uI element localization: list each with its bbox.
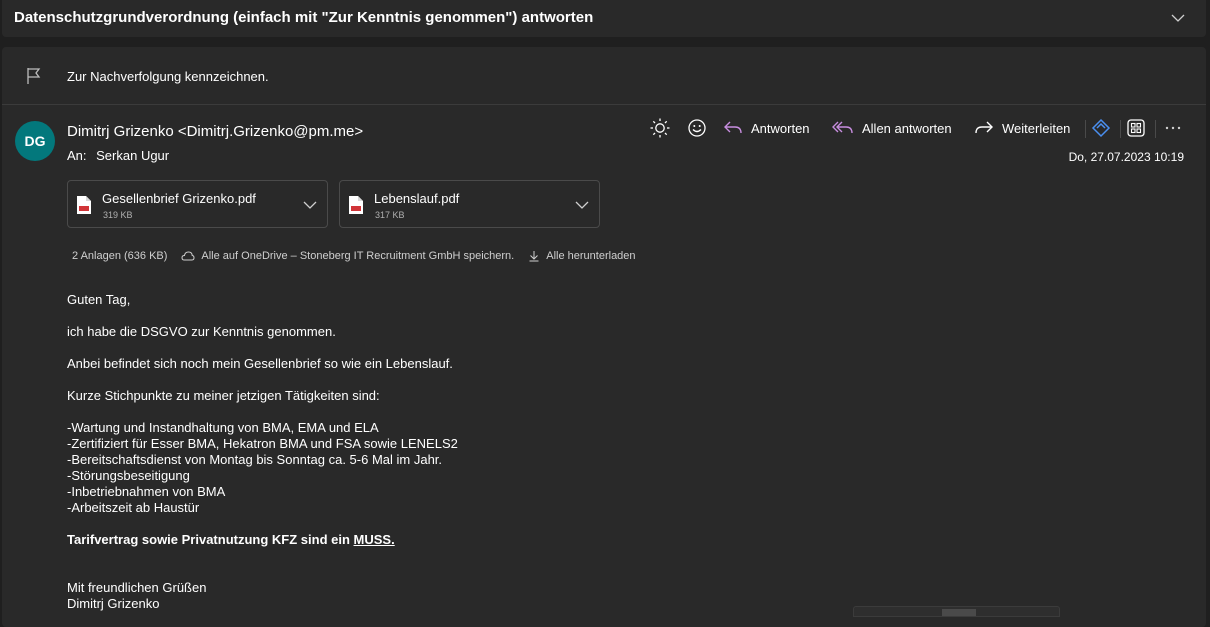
attachment-name: Gesellenbrief Grizenko.pdf xyxy=(102,191,256,206)
email-subject: Datenschutzgrundverordnung (einfach mit … xyxy=(14,9,594,26)
sent-date: Do, 27.07.2023 10:19 xyxy=(1068,150,1184,164)
sun-icon[interactable] xyxy=(649,117,671,139)
attachment-summary: 2 Anlagen (636 KB) Alle auf OneDrive – S… xyxy=(72,250,650,262)
requirement-text: Tarifvertrag sowie Privatnutzung KFZ sin… xyxy=(67,532,354,547)
body-paragraph: ich habe die DSGVO zur Kenntnis genommen… xyxy=(67,324,336,339)
recipient-row: An: Serkan Ugur xyxy=(67,148,169,163)
message-body: Guten Tag, ich habe die DSGVO zur Kenntn… xyxy=(67,292,967,612)
subject-bar[interactable]: Datenschutzgrundverordnung (einfach mit … xyxy=(2,0,1206,37)
reply-all-icon xyxy=(832,121,853,134)
reply-label: Antworten xyxy=(751,120,810,136)
attachment-size: 319 KB xyxy=(103,210,133,220)
attachment-name: Lebenslauf.pdf xyxy=(374,191,460,206)
more-options-icon[interactable] xyxy=(1162,117,1184,139)
forward-icon xyxy=(975,121,993,134)
save-to-onedrive-label: Alle auf OneDrive – Stoneberg IT Recruit… xyxy=(201,250,515,262)
apps-icon[interactable] xyxy=(1125,117,1147,139)
flag-row[interactable]: Zur Nachverfolgung kennzeichnen. xyxy=(2,47,1206,105)
forward-label: Weiterleiten xyxy=(1002,120,1071,136)
recipient-name[interactable]: Serkan Ugur xyxy=(96,148,169,163)
body-paragraph: Anbei befindet sich noch mein Gesellenbr… xyxy=(67,356,453,371)
reply-all-button[interactable]: Allen antworten xyxy=(832,117,952,139)
message-card: Zur Nachverfolgung kennzeichnen. DG Dimi… xyxy=(2,47,1206,627)
attachment-card[interactable]: Gesellenbrief Grizenko.pdf 319 KB xyxy=(67,180,328,228)
flag-label[interactable]: Zur Nachverfolgung kennzeichnen. xyxy=(67,69,269,84)
list-item: -Arbeitszeit ab Haustür xyxy=(67,500,200,515)
pdf-file-icon xyxy=(77,196,91,214)
cloud-icon xyxy=(181,251,195,261)
toolbar-divider xyxy=(1085,120,1086,138)
chevron-down-icon[interactable] xyxy=(575,198,589,212)
to-label: An: xyxy=(67,148,87,163)
flag-icon[interactable] xyxy=(26,67,42,85)
body-closing: Mit freundlichen Grüßen xyxy=(67,580,207,595)
body-signature: Dimitrj Grizenko xyxy=(67,596,160,611)
pdf-file-icon xyxy=(349,196,363,214)
attachment-size: 317 KB xyxy=(375,210,405,220)
list-item: -Zertifiziert für Esser BMA, Hekatron BM… xyxy=(67,436,458,451)
chevron-down-icon[interactable] xyxy=(303,198,317,212)
forward-button[interactable]: Weiterleiten xyxy=(974,117,1070,139)
body-greeting: Guten Tag, xyxy=(67,292,131,307)
list-item: -Bereitschaftsdienst von Montag bis Sonn… xyxy=(67,452,443,467)
download-icon xyxy=(529,251,539,262)
toolbar-divider xyxy=(1120,120,1121,138)
horizontal-scrollbar[interactable] xyxy=(853,606,1060,617)
requirement-emphasis: MUSS. xyxy=(353,532,395,547)
body-requirement: Tarifvertrag sowie Privatnutzung KFZ sin… xyxy=(67,532,967,548)
download-all-label: Alle herunterladen xyxy=(546,250,636,262)
list-item: -Wartung und Instandhaltung von BMA, EMA… xyxy=(67,420,379,435)
download-all-button[interactable]: Alle herunterladen xyxy=(528,250,636,262)
reply-all-label: Allen antworten xyxy=(862,120,952,136)
reply-icon xyxy=(724,121,742,134)
activity-list: -Wartung und Instandhaltung von BMA, EMA… xyxy=(67,420,967,516)
attachment-card[interactable]: Lebenslauf.pdf 317 KB xyxy=(339,180,600,228)
save-to-onedrive-button[interactable]: Alle auf OneDrive – Stoneberg IT Recruit… xyxy=(181,250,514,262)
body-paragraph: Kurze Stichpunkte zu meiner jetzigen Tät… xyxy=(67,388,380,403)
attachment-count: 2 Anlagen (636 KB) xyxy=(72,250,168,262)
loop-icon[interactable] xyxy=(1090,117,1112,139)
message-toolbar: Antworten Allen antworten Weiterleiten xyxy=(2,117,1206,145)
reply-button[interactable]: Antworten xyxy=(723,117,810,139)
emoji-icon[interactable] xyxy=(686,117,708,139)
toolbar-divider xyxy=(1155,120,1156,138)
list-item: -Störungsbeseitigung xyxy=(67,468,190,483)
list-item: -Inbetriebnahmen von BMA xyxy=(67,484,226,499)
chevron-down-icon[interactable] xyxy=(1170,10,1186,26)
